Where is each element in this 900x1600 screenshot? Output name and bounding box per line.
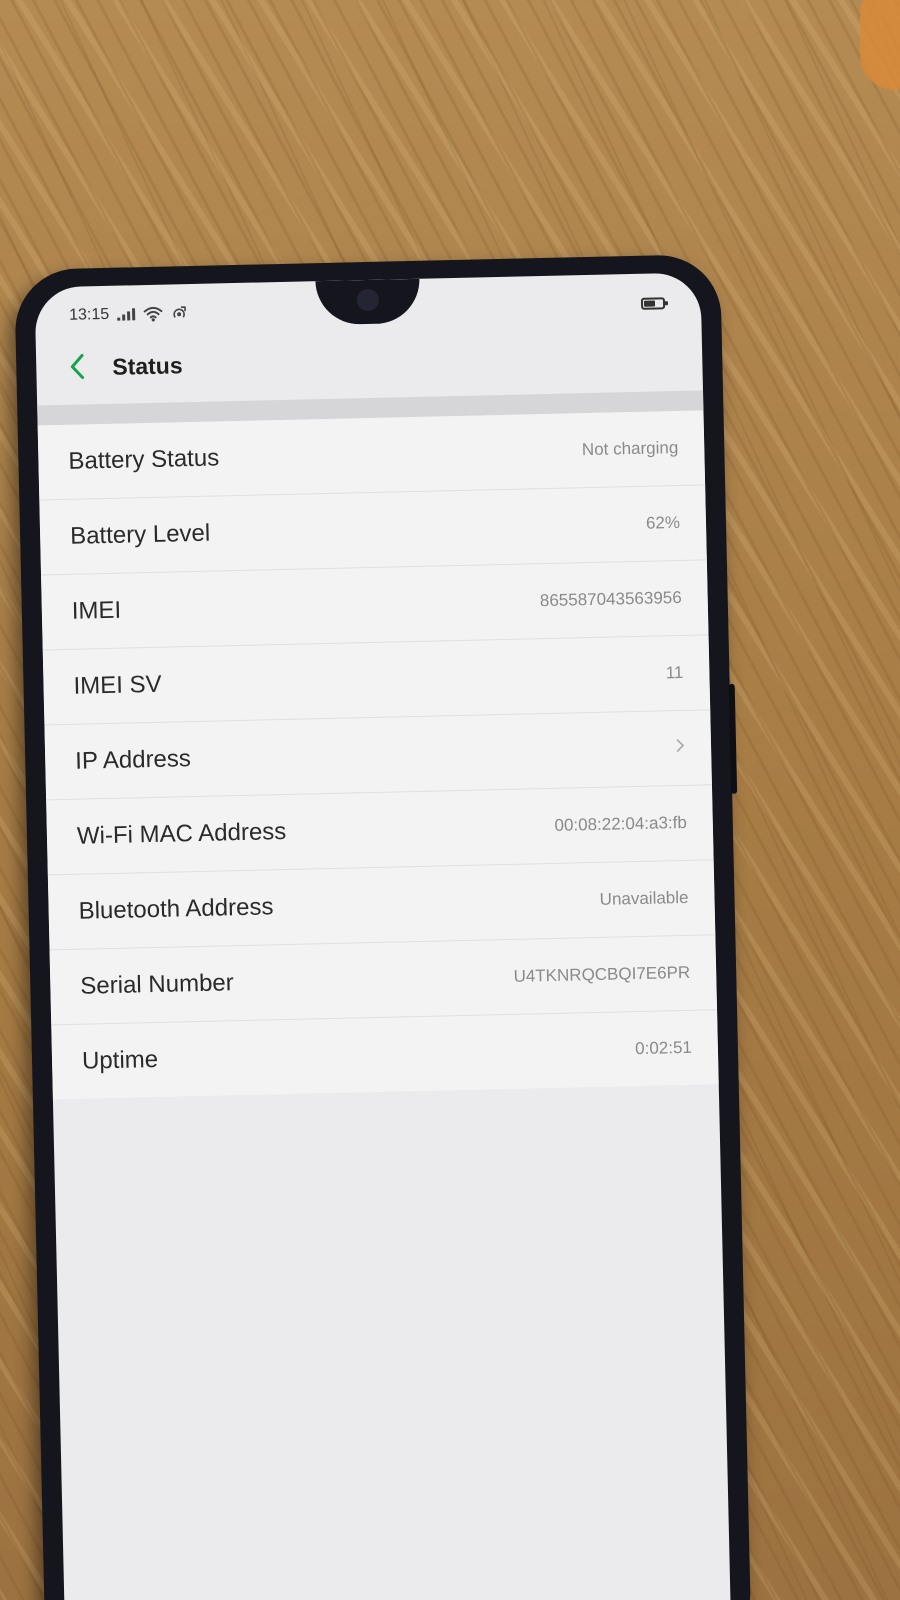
back-button[interactable]: [60, 352, 95, 387]
row-label: IMEI SV: [73, 670, 162, 700]
status-time: 13:15: [68, 305, 110, 324]
row-value: U4TKNRQCBQI7E6PR: [513, 962, 691, 986]
row-label: Battery Level: [69, 519, 211, 550]
status-list: Battery Status Not charging Battery Leve…: [37, 410, 719, 1100]
row-value: 0:02:51: [634, 1037, 693, 1059]
row-value: 62%: [645, 512, 681, 533]
row-label: Serial Number: [80, 969, 235, 1000]
row-label: IP Address: [74, 745, 192, 775]
row-label: Wi-Fi MAC Address: [76, 817, 287, 850]
battery-level-fill: [643, 300, 656, 307]
row-uptime: Uptime 0:02:51: [51, 1010, 719, 1099]
row-value: 11: [665, 662, 684, 683]
battery-icon: [640, 297, 666, 310]
row-value: 865587043563956: [539, 587, 682, 611]
desk-object: [860, 0, 900, 90]
hotspot-icon: [173, 306, 186, 318]
row-value: Unavailable: [599, 887, 689, 909]
row-label: IMEI: [71, 596, 122, 625]
row-value: Not charging: [581, 437, 679, 460]
phone-body: 13:15 Status Battery Status Not charging…: [14, 253, 752, 1600]
signal-bars-icon: [117, 308, 136, 321]
row-value: 00:08:22:04:a3:fb: [554, 812, 688, 835]
row-label: Battery Status: [68, 444, 220, 475]
row-label: Uptime: [81, 1045, 159, 1075]
phone-side-button: [728, 683, 738, 794]
phone-screen: 13:15 Status Battery Status Not charging…: [34, 272, 732, 1600]
status-bar: 13:15: [68, 293, 666, 333]
page-title: Status: [112, 352, 183, 380]
row-label: Bluetooth Address: [78, 893, 274, 925]
chevron-right-icon: [675, 736, 686, 759]
wifi-icon: [143, 306, 163, 322]
chevron-left-icon: [70, 353, 85, 379]
